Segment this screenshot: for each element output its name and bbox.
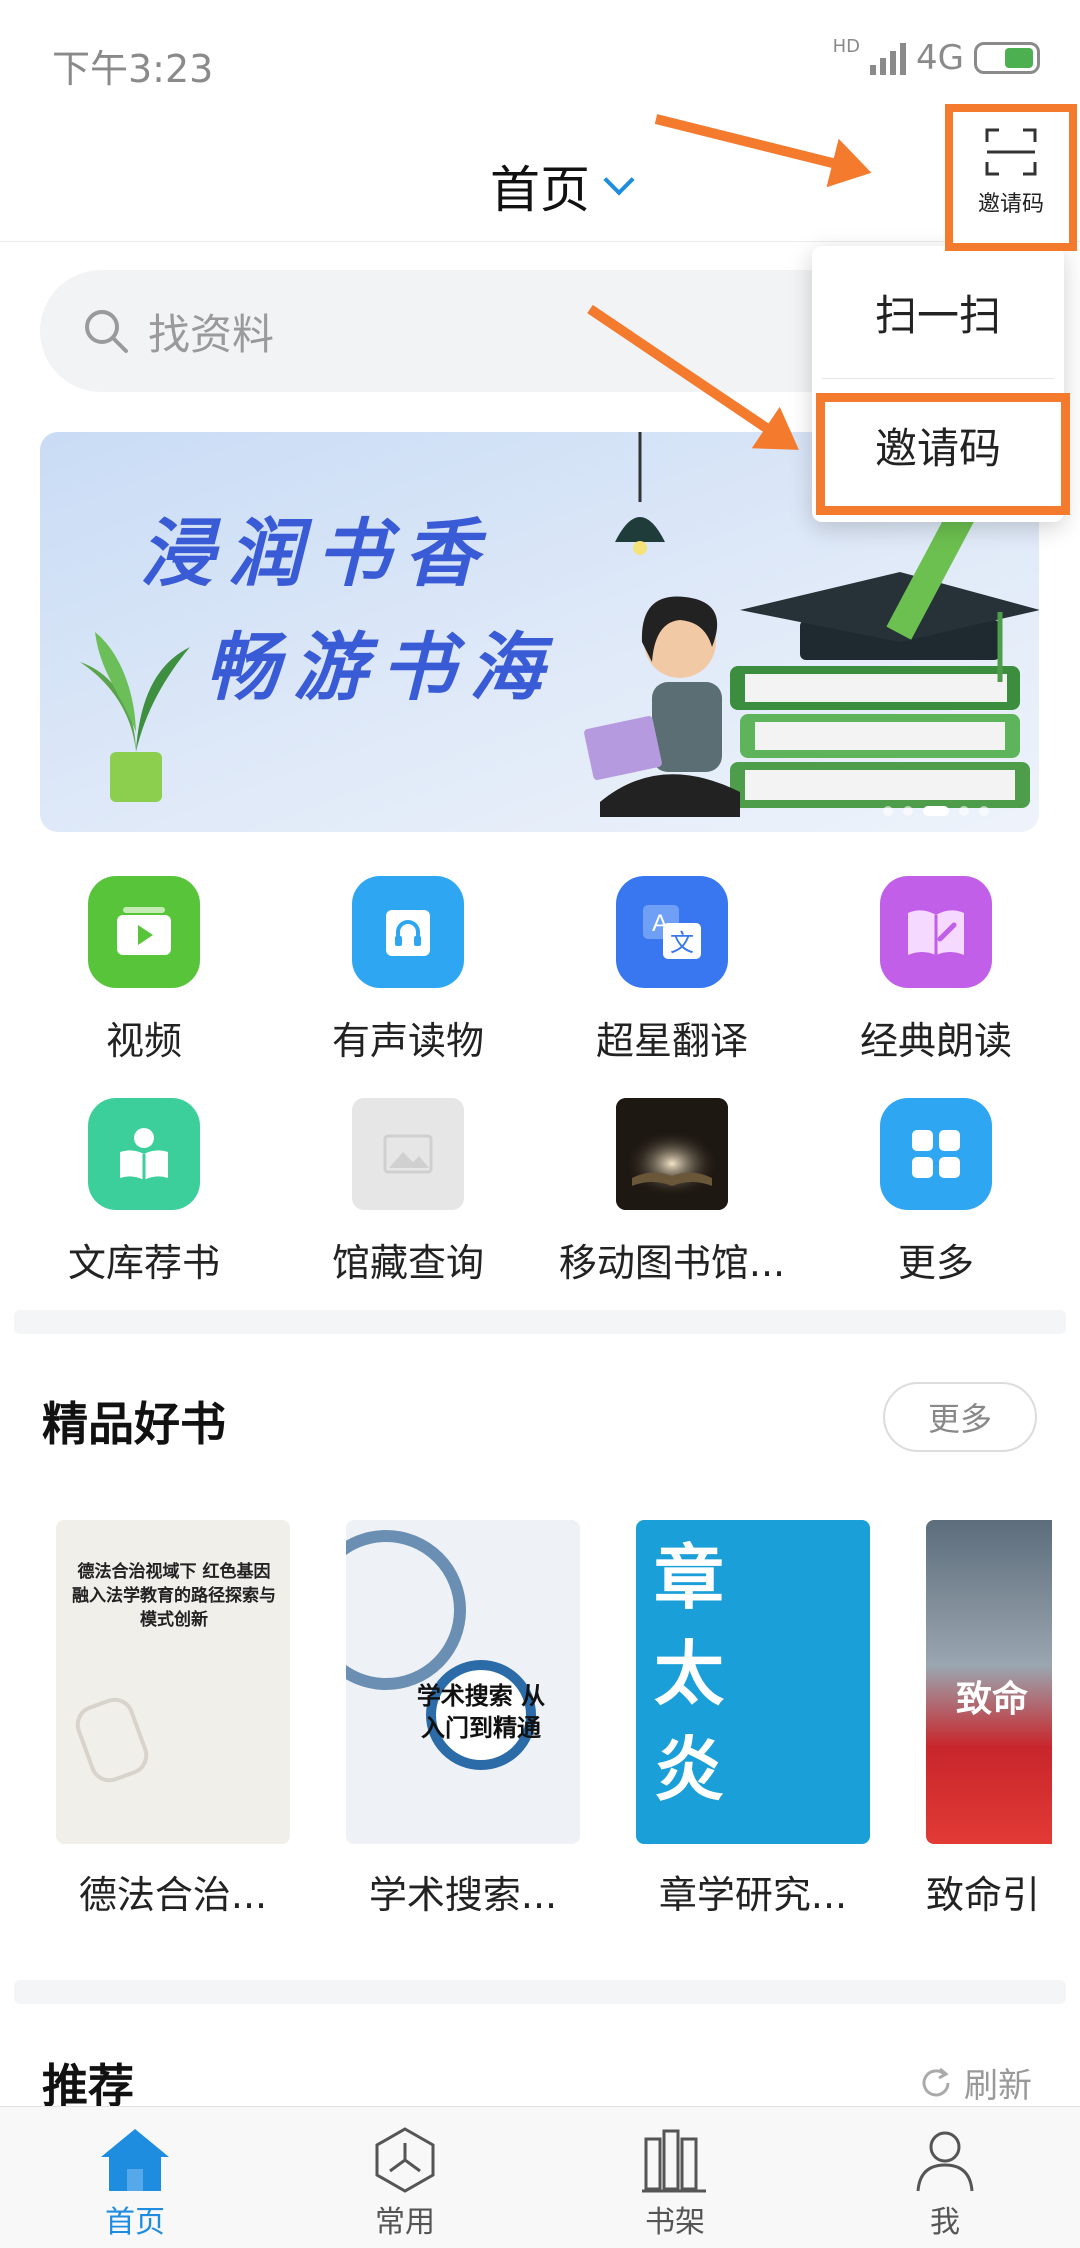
book-card[interactable]: 学术搜索 从入门到精通 学术搜索... (346, 1520, 580, 1919)
grid-label: 有声读物 (331, 1019, 484, 1063)
tab-bookshelf[interactable]: 书架 (540, 2107, 810, 2248)
bookshelf-icon (642, 2129, 706, 2193)
translate-icon: A文 (616, 876, 728, 988)
search-input[interactable]: 找资料 (40, 270, 900, 392)
refresh-label: 刷新 (964, 2066, 1032, 2106)
book-cover: 德法合治视域下 红色基因融入法学教育的路径探索与模式创新 (56, 1520, 290, 1844)
book-card[interactable]: 德法合治视域下 红色基因融入法学教育的路径探索与模式创新 德法合治... (56, 1520, 290, 1919)
grid-item-translate[interactable]: A文 超星翻译 (540, 876, 804, 1065)
refresh-icon (922, 2067, 950, 2096)
cover-text: 德法合治视域下 红色基因融入法学教育的路径探索与模式创新 (72, 1562, 276, 1630)
cover-text: 致命 (956, 1679, 1029, 1720)
book-card[interactable]: 致命 致命引 (926, 1520, 1052, 1919)
tab-label: 首页 (105, 2205, 165, 2240)
book-cover: 致命 (926, 1520, 1052, 1844)
hd-badge: HD (832, 36, 861, 57)
headphones-icon (352, 876, 464, 988)
bottom-tab-bar: 首页 常用 书架 我 (0, 2106, 1080, 2248)
home-icon (101, 2129, 169, 2191)
profile-icon (916, 2131, 974, 2192)
section-divider (14, 1980, 1066, 2004)
refresh-button[interactable]: 刷新 (918, 2058, 1032, 2107)
book-cover: 学术搜索 从入门到精通 (346, 1520, 580, 1844)
tab-label: 常用 (375, 2205, 435, 2240)
top-header: 首页 (0, 120, 1080, 242)
tab-label: 书架 (645, 2205, 705, 2240)
feature-grid-row-2: 文库荐书 馆藏查询 移动图书馆... 更多 (0, 1098, 1080, 1287)
book-cover: 章太炎 (636, 1520, 870, 1844)
scan-button-label: 邀请码 (977, 192, 1044, 217)
grid-item-audiobooks[interactable]: 有声读物 (276, 876, 540, 1065)
tab-profile[interactable]: 我 (810, 2107, 1080, 2248)
book-title: 章学研究... (658, 1873, 848, 1917)
cover-text: 学术搜索 从入门到精通 (416, 1682, 546, 1742)
reader-icon (88, 1098, 200, 1210)
grid-label: 文库荐书 (67, 1241, 220, 1285)
grid-item-recommend-books[interactable]: 文库荐书 (12, 1098, 276, 1287)
grid-item-video[interactable]: 视频 (12, 876, 276, 1065)
grid-label: 移动图书馆... (558, 1241, 786, 1285)
status-indicators: HD 4G (833, 38, 1040, 78)
grid-item-classic-reading[interactable]: 经典朗读 (804, 876, 1068, 1065)
video-icon (88, 876, 200, 988)
menu-item-invite-code[interactable]: 邀请码 (812, 379, 1064, 511)
status-time: 下午3:23 (52, 47, 214, 91)
book-card[interactable]: 章太炎 章学研究... (636, 1520, 870, 1919)
feature-grid-row-1: 视频 有声读物 A文 超星翻译 经典朗读 (0, 876, 1080, 1065)
search-placeholder: 找资料 (148, 309, 275, 359)
featured-section-title: 精品好书 (42, 1397, 226, 1451)
featured-more-button[interactable]: 更多 (883, 1382, 1037, 1452)
chevron-down-icon (603, 164, 635, 196)
grid-label: 馆藏查询 (331, 1241, 484, 1285)
tab-label: 我 (930, 2205, 960, 2240)
grid-more-icon (880, 1098, 992, 1210)
page-switcher[interactable]: 首页 (490, 150, 635, 222)
grid-item-more[interactable]: 更多 (804, 1098, 1068, 1287)
book-title: 德法合治... (78, 1873, 268, 1917)
section-divider (14, 1310, 1066, 1334)
cover-text: 章太炎 (654, 1536, 724, 1811)
grid-item-collection-search[interactable]: 馆藏查询 (276, 1098, 540, 1287)
grid-label: 视频 (105, 1019, 182, 1063)
scan-invite-button[interactable]: 邀请码 (945, 104, 1077, 251)
banner-pagination (883, 806, 989, 816)
book-title: 学术搜索... (368, 1873, 558, 1917)
featured-book-carousel: 德法合治视域下 红色基因融入法学教育的路径探索与模式创新 德法合治... 学术搜… (56, 1520, 1052, 1920)
frequent-icon (375, 2127, 435, 2193)
grid-label: 更多 (897, 1241, 974, 1285)
search-icon (85, 310, 128, 353)
signal-icon (870, 41, 907, 75)
svg-text:文: 文 (670, 929, 694, 957)
scan-menu-popup: 扫一扫 邀请码 (812, 246, 1064, 522)
menu-item-scan[interactable]: 扫一扫 (812, 246, 1064, 378)
grid-label: 经典朗读 (859, 1019, 1012, 1063)
page-title: 首页 (490, 161, 590, 219)
book-reading-icon (880, 876, 992, 988)
image-placeholder-icon (352, 1098, 464, 1210)
battery-icon (974, 42, 1040, 74)
network-type: 4G (916, 38, 964, 78)
grid-label: 超星翻译 (595, 1019, 748, 1063)
grid-item-mobile-library[interactable]: 移动图书馆... (540, 1098, 804, 1287)
tab-frequent[interactable]: 常用 (270, 2107, 540, 2248)
scan-icon (985, 128, 1037, 176)
book-title: 致命引 (926, 1873, 1041, 1917)
library-book-icon (616, 1098, 728, 1210)
status-bar: 下午3:23 HD 4G (0, 0, 1080, 120)
tab-home[interactable]: 首页 (0, 2107, 270, 2248)
